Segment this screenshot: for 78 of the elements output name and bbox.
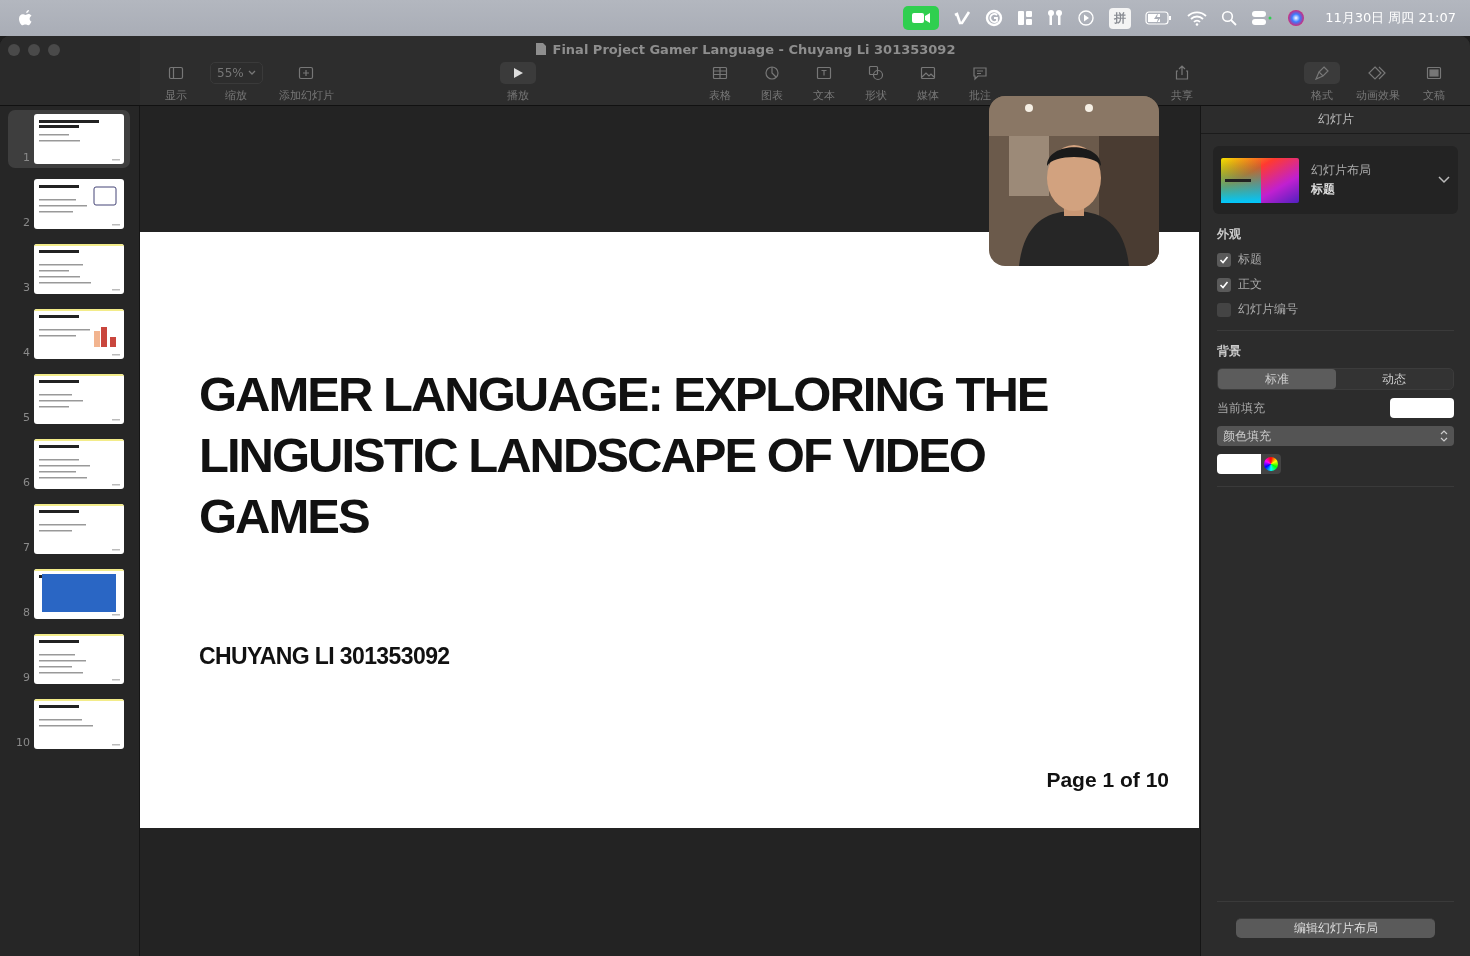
shape-button[interactable]: 形状 [849,62,902,103]
shapes-icon [867,65,884,81]
apple-icon[interactable] [18,9,34,27]
comment-icon [971,65,988,81]
video-camera-icon[interactable] [903,6,940,30]
window-control[interactable] [8,44,20,56]
edit-layout-button[interactable]: 编辑幻灯片布局 [1236,918,1435,938]
section-heading: 外观 [1217,226,1242,243]
earbuds-icon[interactable] [1047,9,1064,27]
slide-number: 3 [22,281,30,294]
text-button[interactable]: 文本 [797,62,850,103]
chevron-down-icon [1438,176,1450,184]
input-method-badge[interactable]: 拼 [1109,7,1132,29]
checkbox-label: 标题 [1238,251,1262,268]
window-control[interactable] [48,44,60,56]
diamonds-icon [1368,65,1388,81]
color-picker[interactable] [1217,454,1281,474]
paintbrush-icon [1314,65,1330,81]
format-tab[interactable]: 格式 [1296,62,1348,103]
segment-button[interactable]: 标准 [1218,369,1336,389]
slide-number: 4 [22,346,30,359]
slide-number: 5 [22,411,30,424]
slide-number: 8 [22,606,30,619]
checkbox-label: 幻灯片编号 [1238,301,1298,318]
slide-number: 2 [22,216,30,229]
checkbox[interactable] [1217,302,1231,317]
slide-number: 10 [15,736,30,749]
color-well[interactable] [1390,398,1454,418]
fill-type-select[interactable]: 颜色填充 [1217,426,1454,446]
document-icon [534,42,547,56]
slide-layout-selector[interactable]: 幻灯片布局 标题 [1213,146,1458,214]
sidebar-icon [168,65,184,81]
share-icon [1173,65,1190,81]
chevron-down-icon [247,70,256,76]
add-slide-icon [298,65,315,81]
up-down-chevron-icon [1440,430,1448,442]
share-button[interactable]: 共享 [1155,62,1208,103]
checkbox[interactable] [1217,277,1231,292]
sidebar-button[interactable]: 显示 [150,62,202,103]
slide-number: 1 [22,151,30,164]
image-icon [919,65,936,81]
window-title: Final Project Gamer Language - Chuyang Li 301353092 [552,41,956,57]
v-logo-icon[interactable] [953,10,972,26]
slide-number: 6 [22,476,30,489]
table-icon [711,65,728,81]
animate-tab[interactable]: 动画效果 [1348,62,1408,103]
inspector-tab[interactable]: 幻灯片 [1201,106,1470,134]
page-number: Page 1 of 10 [1046,768,1169,792]
play-button[interactable]: 播放 [491,62,544,103]
segment-button[interactable]: 动态 [1335,369,1453,389]
comment-button[interactable]: 批注 [953,62,1006,103]
battery-charging-icon[interactable] [1145,11,1174,25]
document-tab[interactable]: 文稿 [1408,62,1460,103]
play-circle-icon[interactable] [1077,9,1096,27]
table-button[interactable]: 表格 [693,62,746,103]
section-heading: 背景 [1217,343,1242,360]
fill-label: 当前填充 [1217,399,1265,417]
slide-subtitle: CHUYANG LI 301353092 [199,643,451,670]
toggles-icon[interactable] [1251,10,1274,26]
zoom-control[interactable]: 55% 缩放 [202,62,271,103]
search-icon[interactable] [1221,10,1238,26]
document-icon [1426,65,1442,81]
siri-icon[interactable] [1287,9,1306,27]
slide-number: 7 [22,541,30,554]
window-control[interactable] [28,44,40,56]
media-button[interactable]: 媒体 [901,62,954,103]
text-box-icon [815,65,832,81]
checkbox-label: 正文 [1238,276,1262,293]
menu-bar-clock[interactable]: 11月30日 周四 21:07 [1325,9,1456,27]
checkbox[interactable] [1217,252,1231,267]
wifi-icon[interactable] [1187,10,1208,26]
g-circle-icon[interactable] [985,9,1004,27]
slide-title: GAMER LANGUAGE: EXPLORING THE LINGUISTIC LANDSCAPE OF VIDEO GAMES [199,366,1049,545]
add-button[interactable]: 添加幻灯片 [270,62,342,103]
pie-chart-icon [763,65,780,81]
chart-button[interactable]: 图表 [745,62,798,103]
slide-number: 9 [22,671,30,684]
layout-icon[interactable] [1017,10,1034,26]
